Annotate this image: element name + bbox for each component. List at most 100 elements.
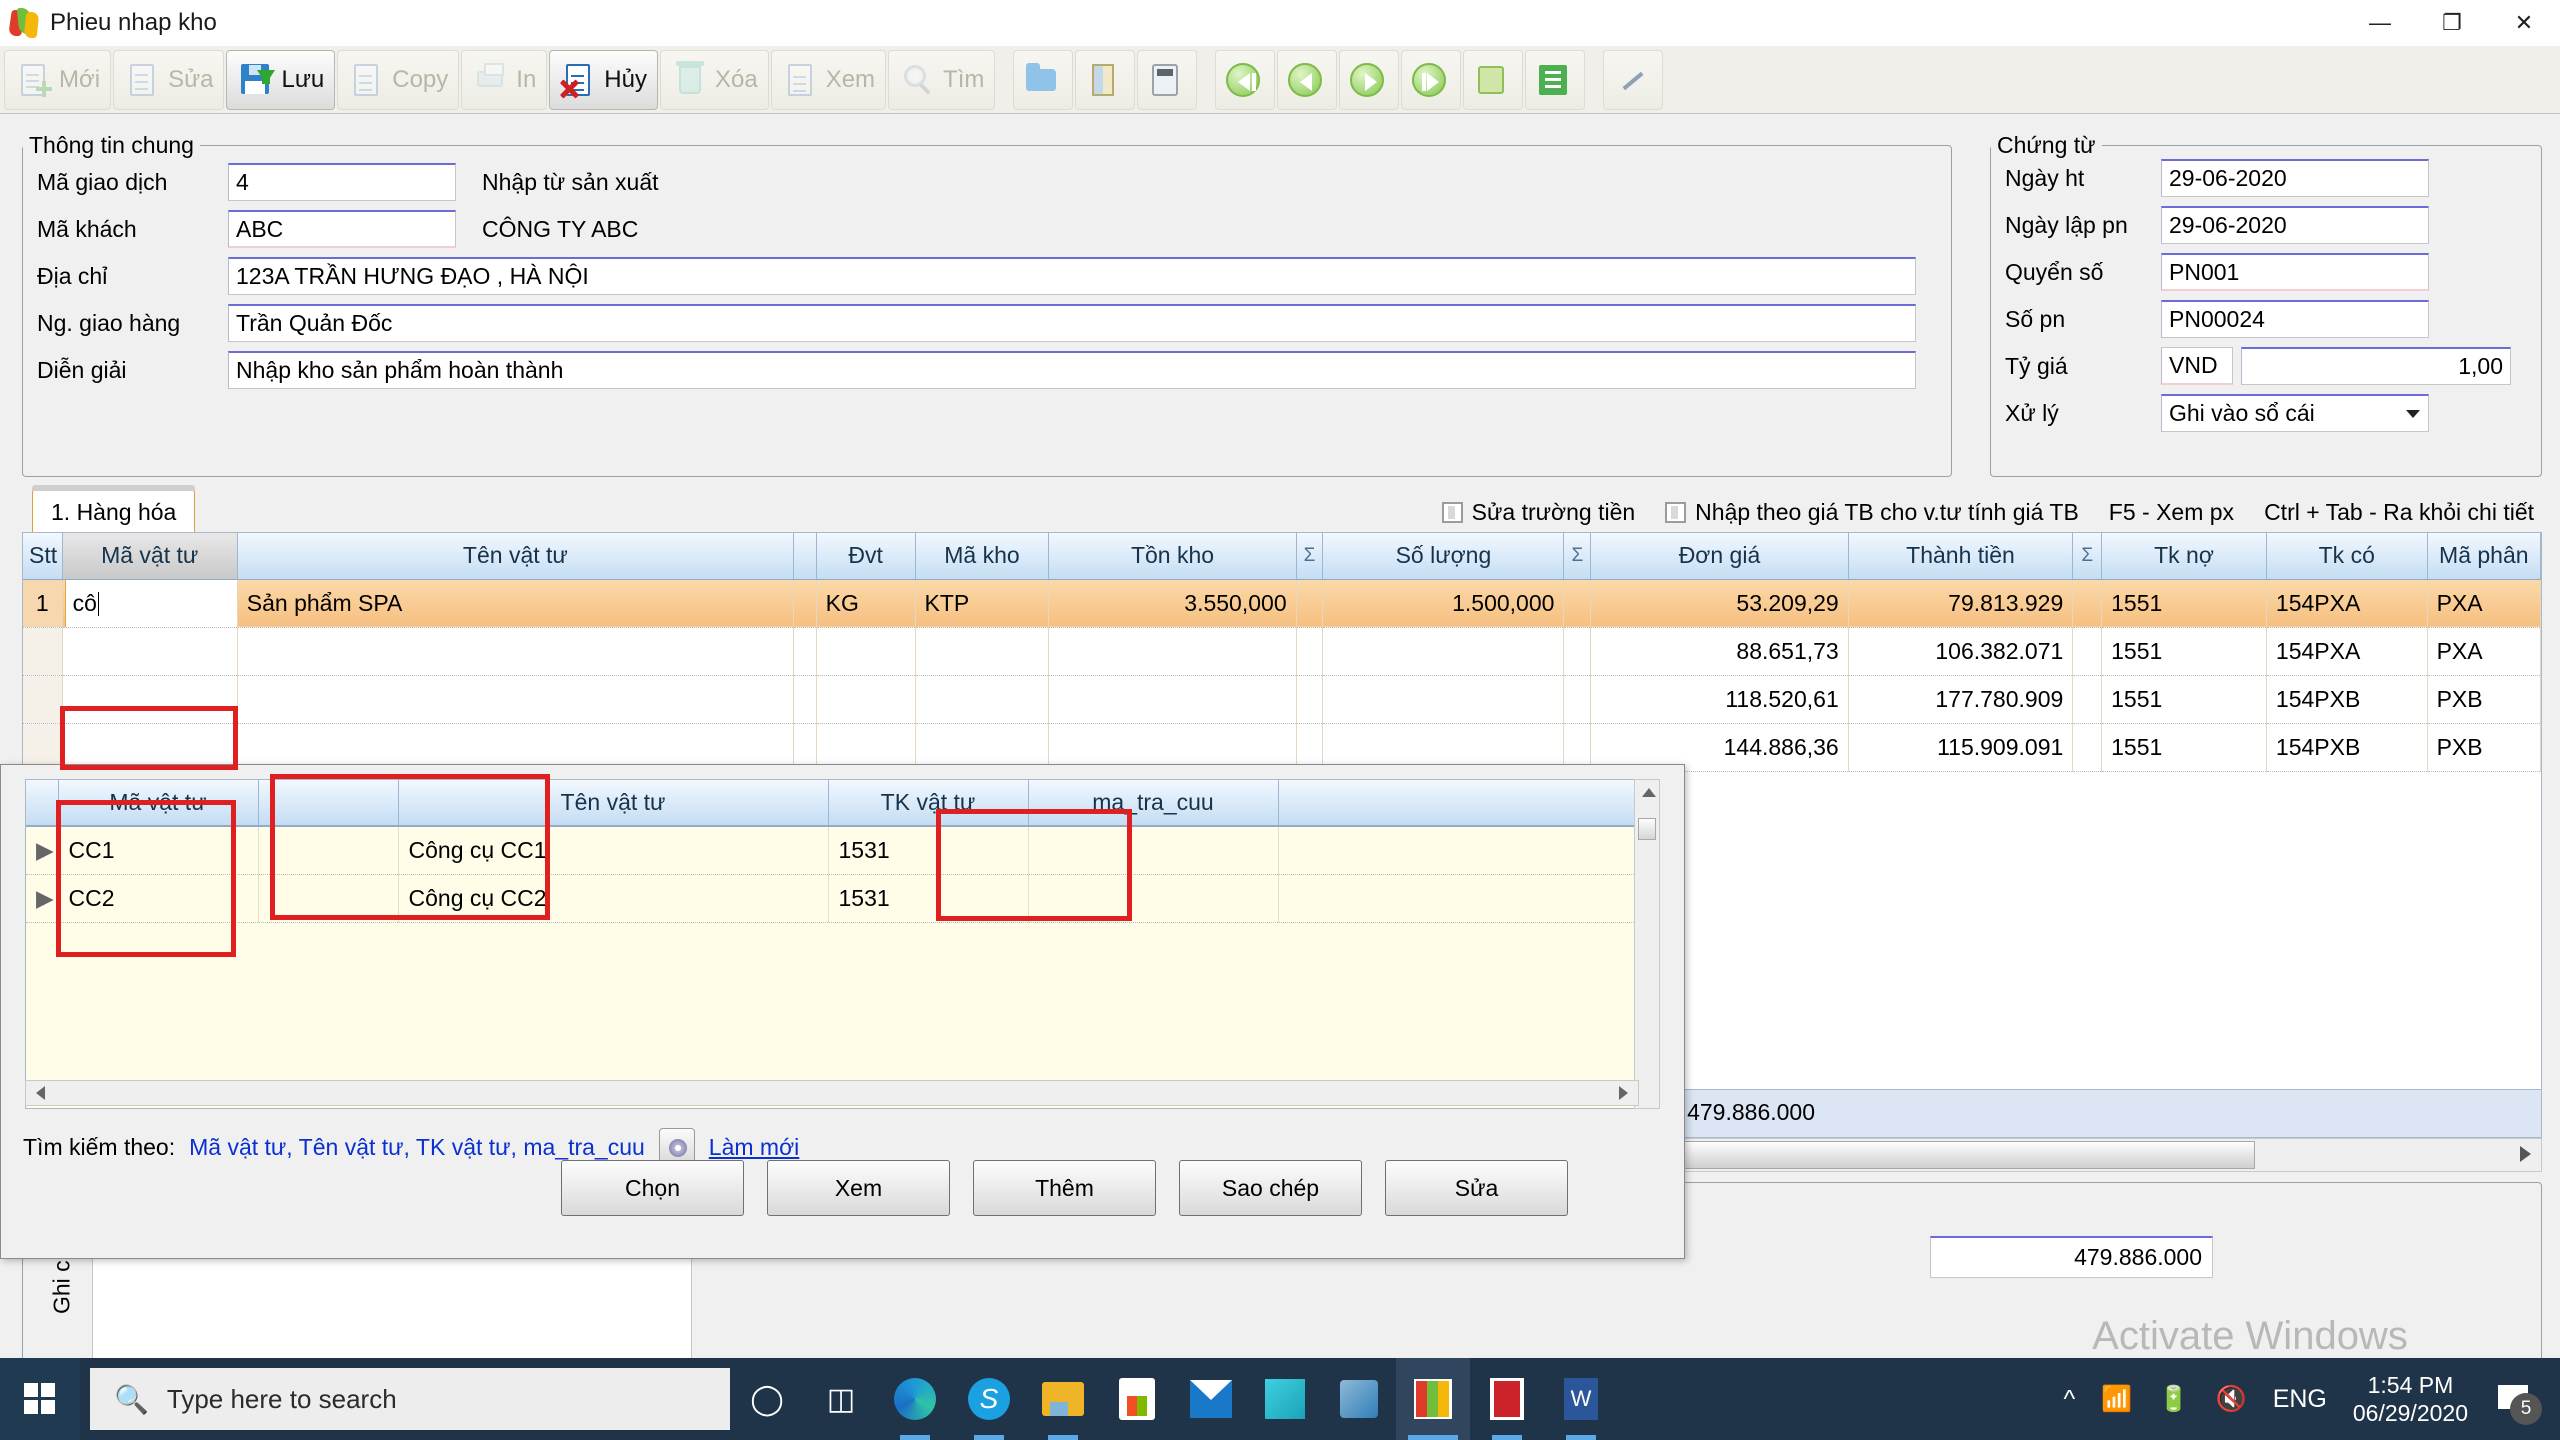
toolbar-delete-button[interactable]: Xóa (659, 49, 769, 110)
table-row[interactable]: 1 cô Sản phẩm SPA KG KTP 3.550,000 1.500… (23, 579, 2542, 628)
col-lk-blank[interactable] (258, 780, 399, 827)
pdf-reader-icon[interactable] (1470, 1358, 1544, 1440)
cortana-icon[interactable]: ◯ (730, 1358, 804, 1440)
start-button[interactable] (0, 1358, 80, 1440)
lookup-scroll-thumb[interactable] (1638, 818, 1656, 840)
edit-button[interactable]: Sửa (1385, 1160, 1568, 1216)
col-sum-1[interactable]: Σ (1296, 533, 1324, 580)
table-row[interactable]: 118.520,61 177.780.909 1551 154PXB PXB (23, 675, 2542, 724)
word-icon[interactable]: W (1544, 1358, 1618, 1440)
skype-icon[interactable]: S (952, 1358, 1026, 1440)
checkbox-nhap-theo-gia-tb[interactable]: Nhập theo giá TB cho v.tư tính giá TB (1665, 499, 2079, 526)
toolbar-attach-button[interactable] (1463, 49, 1524, 110)
lookup-horizontal-scrollbar[interactable] (25, 1080, 1639, 1106)
input-ma-khach[interactable]: ABC (228, 210, 456, 248)
col-ten-vat-tu[interactable]: Tên vật tư (237, 533, 794, 580)
item-lookup-popup[interactable]: Mã vật tư Tên vật tư TK vật tư ma_tra_cu… (0, 764, 1685, 1259)
close-button[interactable]: ✕ (2488, 0, 2560, 46)
input-ty-gia[interactable]: 1,00 (2241, 347, 2511, 385)
language-indicator[interactable]: ENG (2273, 1385, 2327, 1414)
edge-browser-icon[interactable] (878, 1358, 952, 1440)
toolbar-calculator-button[interactable] (1137, 49, 1198, 110)
col-sum-3[interactable]: Σ (2072, 533, 2103, 580)
list-item[interactable]: ▶ CC1 Công cụ CC1 1531 (26, 826, 1638, 875)
volume-muted-icon[interactable]: 🔇 (2216, 1385, 2247, 1414)
copy-button[interactable]: Sao chép (1179, 1160, 1362, 1216)
toolbar-book-button[interactable] (1075, 49, 1136, 110)
scroll-left-arrow-icon[interactable] (36, 1086, 45, 1100)
toolbar-open-button[interactable] (1013, 49, 1074, 110)
col-stt[interactable]: Stt (23, 533, 63, 580)
scroll-right-arrow-icon[interactable] (1619, 1086, 1628, 1100)
col-ma-kho[interactable]: Mã kho (915, 533, 1050, 580)
file-explorer-icon[interactable] (1026, 1358, 1100, 1440)
input-dia-chi[interactable]: 123A TRẦN HƯNG ĐẠO , HÀ NỘI (228, 257, 1916, 295)
col-tk-no[interactable]: Tk nợ (2101, 533, 2267, 580)
list-item[interactable]: ▶ CC2 Công cụ CC2 1531 (26, 874, 1638, 923)
col-dvt[interactable]: Đvt (816, 533, 916, 580)
ma-vat-tu-editor[interactable]: cô (64, 579, 237, 626)
toolbar-first-button[interactable] (1215, 49, 1276, 110)
select-button[interactable]: Chọn (561, 1160, 744, 1216)
remote-desktop-icon[interactable] (1322, 1358, 1396, 1440)
toolbar-excel-button[interactable] (1525, 49, 1586, 110)
add-button[interactable]: Thêm (973, 1160, 1156, 1216)
toolbar-find-button[interactable]: Tìm (888, 49, 996, 110)
col-lk-tail[interactable] (1278, 780, 1638, 827)
lookup-vertical-scrollbar[interactable] (1634, 779, 1660, 1109)
toolbar-edit-button[interactable]: Sửa (113, 49, 225, 110)
toolbar-new-button[interactable]: Mới (4, 49, 112, 110)
toolbar-save-button[interactable]: Lưu (226, 49, 336, 110)
table-row[interactable]: 88.651,73 106.382.071 1551 154PXA PXA (23, 627, 2542, 676)
toolbar-next-button[interactable] (1339, 49, 1400, 110)
select-xu-ly[interactable]: Ghi vào sổ cái (2161, 394, 2429, 432)
view-button[interactable]: Xem (767, 1160, 950, 1216)
scroll-right-arrow-icon[interactable] (2520, 1146, 2531, 1162)
mail-icon[interactable] (1174, 1358, 1248, 1440)
toolbar-cancel-button[interactable]: Hủy (549, 49, 658, 110)
input-ng-giao-hang[interactable]: Trần Quản Đốc (228, 304, 1916, 342)
toolbar-last-button[interactable] (1401, 49, 1462, 110)
lookup-grid[interactable]: Mã vật tư Tên vật tư TK vật tư ma_tra_cu… (25, 779, 1639, 1109)
col-lk-ten-vat-tu[interactable]: Tên vật tư (398, 780, 829, 827)
col-lk-ma-vat-tu[interactable]: Mã vật tư (58, 780, 259, 827)
scroll-up-arrow-icon[interactable] (1642, 788, 1656, 797)
checkbox-sua-truong-tien[interactable]: Sửa trường tiền (1441, 499, 1635, 526)
show-hidden-icons-icon[interactable]: ^ (2064, 1385, 2076, 1414)
notification-center-icon[interactable]: 5 (2494, 1377, 2542, 1425)
input-ma-giao-dich[interactable]: 4 (228, 163, 456, 201)
input-currency[interactable]: VND (2161, 347, 2233, 385)
col-sum-2[interactable]: Σ (1563, 533, 1592, 580)
input-so-pn[interactable]: PN00024 (2161, 300, 2429, 338)
input-ngay-lap-pn[interactable]: 29-06-2020 (2161, 206, 2429, 244)
toolbar-tools-button[interactable] (1603, 49, 1664, 110)
maximize-button[interactable]: ❐ (2416, 0, 2488, 46)
toolbar-copy-button[interactable]: Copy (337, 49, 460, 110)
microsoft-store-icon[interactable] (1100, 1358, 1174, 1440)
input-dien-giai[interactable]: Nhập kho sản phẩm hoàn thành (228, 351, 1916, 389)
col-don-gia[interactable]: Đơn giá (1590, 533, 1849, 580)
teams-icon[interactable] (1248, 1358, 1322, 1440)
taskbar-clock[interactable]: 1:54 PM 06/29/2020 (2353, 1371, 2468, 1427)
input-ngay-ht[interactable]: 29-06-2020 (2161, 159, 2429, 197)
col-ma-vat-tu[interactable]: Mã vật tư (62, 533, 238, 580)
toolbar-view-button[interactable]: Xem (770, 49, 887, 110)
minimize-button[interactable]: — (2344, 0, 2416, 46)
network-icon[interactable]: 📶 (2101, 1385, 2132, 1414)
col-so-luong[interactable]: Số lượng (1322, 533, 1565, 580)
toolbar-prev-button[interactable] (1277, 49, 1338, 110)
col-tk-co[interactable]: Tk có (2266, 533, 2428, 580)
battery-icon[interactable]: 🔋 (2158, 1385, 2189, 1414)
accounting-app-icon[interactable] (1396, 1358, 1470, 1440)
col-lk-tk-vat-tu[interactable]: TK vật tư (828, 780, 1029, 827)
task-view-icon[interactable]: ◫ (804, 1358, 878, 1440)
tab-hang-hoa[interactable]: 1. Hàng hóa (31, 485, 196, 535)
col-lk-ma-tra-cuu[interactable]: ma_tra_cuu (1028, 780, 1279, 827)
col-ma-pha[interactable]: Mã phân (2427, 533, 2542, 580)
toolbar-print-button[interactable]: In (461, 49, 548, 110)
col-thanh-tien[interactable]: Thành tiền (1848, 533, 2074, 580)
col-splitter[interactable] (793, 533, 817, 580)
input-quyen-so[interactable]: PN001 (2161, 253, 2429, 291)
cell-ma-vat-tu-editing[interactable]: cô (62, 579, 238, 628)
taskbar-search-box[interactable]: 🔍 Type here to search (90, 1368, 730, 1430)
